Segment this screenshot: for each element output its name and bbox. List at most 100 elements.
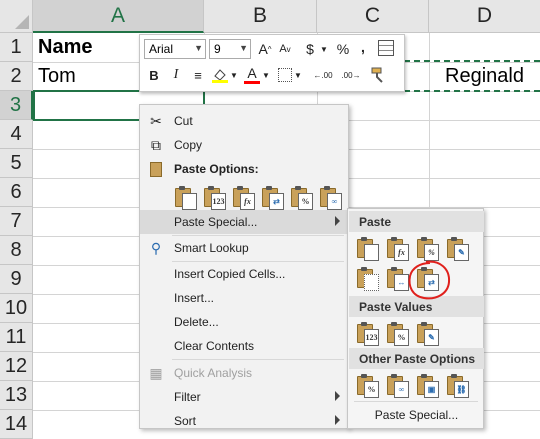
submenu-arrow-icon [335,415,340,425]
italic-button[interactable]: I [168,65,184,85]
row-header-9[interactable]: 9 [0,265,33,294]
column-header-c[interactable]: C [317,0,429,33]
paste-formulas-icon[interactable]: fx [231,185,255,210]
chevron-down-icon[interactable]: ▼ [239,43,248,53]
paste-formulas-icon[interactable]: fx [385,236,409,261]
shrink-font-button[interactable]: Av [276,39,294,59]
column-header-a[interactable]: A [33,0,204,33]
paste-values-icon[interactable]: 123 [202,185,226,210]
menu-item-sort[interactable]: Sort [140,409,348,433]
column-header-b[interactable]: B [204,0,317,33]
row-header-8[interactable]: 8 [0,236,33,265]
paste-special-submenu: Paste fx % ✎ ↔ ⇄ Paste Values 123 % ✎ Ot… [347,208,484,429]
font-size-value: 9 [214,42,221,56]
quick-analysis-icon: ▦ [149,364,163,381]
paste-options-header: Paste Options: [140,157,348,181]
row-header-12[interactable]: 12 [0,352,33,381]
paste-options-label: Paste Options: [174,162,259,176]
chevron-down-icon[interactable]: ▼ [320,39,328,59]
values-source-formatting-icon[interactable]: ✎ [415,321,439,346]
row-header-13[interactable]: 13 [0,381,33,410]
decrease-decimal-button[interactable]: .00 → [338,65,364,85]
paste-picture-icon[interactable]: ▣ [415,373,439,398]
grow-font-label: A [258,41,268,57]
format-table-icon[interactable] [378,40,394,56]
row-header-11[interactable]: 11 [0,323,33,352]
paste-icon[interactable] [355,236,379,261]
borders-icon[interactable] [278,68,292,82]
row-header-7[interactable]: 7 [0,207,33,236]
row-header-10[interactable]: 10 [0,294,33,323]
no-borders-icon[interactable] [355,266,379,291]
cell-d2[interactable]: Reginald [429,62,540,91]
menu-item-filter[interactable]: Filter [140,385,348,409]
font-color-swatch [244,81,260,84]
menu-item-insert-copied-cells[interactable]: Insert Copied Cells... [140,262,348,286]
currency-button[interactable]: $ [302,39,318,59]
menu-item-label: Smart Lookup [174,241,249,255]
menu-separator [172,359,344,360]
clipboard-icon [147,160,165,178]
paste-link-icon[interactable]: ∞ [385,373,409,398]
menu-item-smart-lookup[interactable]: ⚲ Smart Lookup [140,236,348,260]
menu-item-paste-special[interactable]: Paste Special... [349,404,484,426]
menu-item-insert[interactable]: Insert... [140,286,348,310]
chevron-down-icon[interactable]: ▼ [262,65,270,85]
comma-style-button[interactable]: , [356,37,370,57]
increase-decimal-label: .00 [321,70,333,80]
context-menu: ✂ Cut ⧉ Copy Paste Options: 123 fx ⇄ % ∞… [139,104,349,429]
row-header-14[interactable]: 14 [0,410,33,439]
row-header-2[interactable]: 2 [0,62,33,91]
row-header-6[interactable]: 6 [0,178,33,207]
menu-item-label: Filter [174,390,201,404]
linked-picture-icon[interactable]: ⛓ [445,373,469,398]
row-header-5[interactable]: 5 [0,149,33,178]
row-header-1[interactable]: 1 [0,33,33,62]
row-header-3[interactable]: 3 [0,91,33,120]
values-number-formatting-icon[interactable]: % [385,321,409,346]
fill-color-icon[interactable] [212,67,228,83]
bold-button[interactable]: B [146,65,162,85]
paste-formatting-icon[interactable]: % [355,373,379,398]
cell-a2[interactable]: Tom [38,62,76,91]
values-icon[interactable]: 123 [355,321,379,346]
menu-item-label: Delete... [174,315,219,329]
paste-link-icon[interactable]: ∞ [318,185,342,210]
paste-transpose-icon[interactable]: ⇄ [260,185,284,210]
paste-formatting-icon[interactable]: % [289,185,313,210]
align-center-icon[interactable]: ≡ [190,65,206,85]
menu-item-clear-contents[interactable]: Clear Contents [140,334,348,358]
chevron-down-icon[interactable]: ▼ [230,65,238,85]
menu-item-paste-special[interactable]: Paste Special... [140,210,348,234]
font-name-value: Arial [149,42,174,56]
menu-item-cut[interactable]: ✂ Cut [140,109,348,133]
grow-font-button[interactable]: A ^ [256,39,274,59]
percent-button[interactable]: % [334,39,352,59]
menu-item-delete[interactable]: Delete... [140,310,348,334]
select-all-corner[interactable] [0,0,33,33]
menu-item-label: Cut [174,114,193,128]
font-color-button[interactable]: A [244,63,260,83]
decrease-decimal-label: .00 [341,70,353,80]
other-paste-options-header: Other Paste Options [349,348,484,369]
paste-formulas-number-formatting-icon[interactable]: % [415,236,439,261]
column-header-d[interactable]: D [429,0,540,33]
menu-item-label: Sort [174,414,197,428]
paste-icon[interactable] [173,185,197,210]
submenu-arrow-icon [335,391,340,401]
smart-lookup-icon: ⚲ [150,239,162,256]
paste-section-header: Paste [349,211,484,232]
font-size-combo[interactable]: 9 ▼ [209,39,251,59]
menu-item-label: Clear Contents [174,339,255,353]
menu-item-copy[interactable]: ⧉ Copy [140,133,348,157]
format-painter-icon[interactable] [370,66,388,84]
row-header-4[interactable]: 4 [0,120,33,149]
keep-source-formatting-icon[interactable]: ✎ [445,236,469,261]
chevron-down-icon[interactable]: ▼ [294,65,302,85]
submenu-arrow-icon [335,216,340,226]
chevron-down-icon[interactable]: ▼ [194,43,203,53]
select-all-triangle-icon [15,15,29,29]
increase-decimal-button[interactable]: ← .00 [310,65,336,85]
cell-a1[interactable]: Name [38,33,92,62]
font-name-combo[interactable]: Arial ▼ [144,39,206,59]
